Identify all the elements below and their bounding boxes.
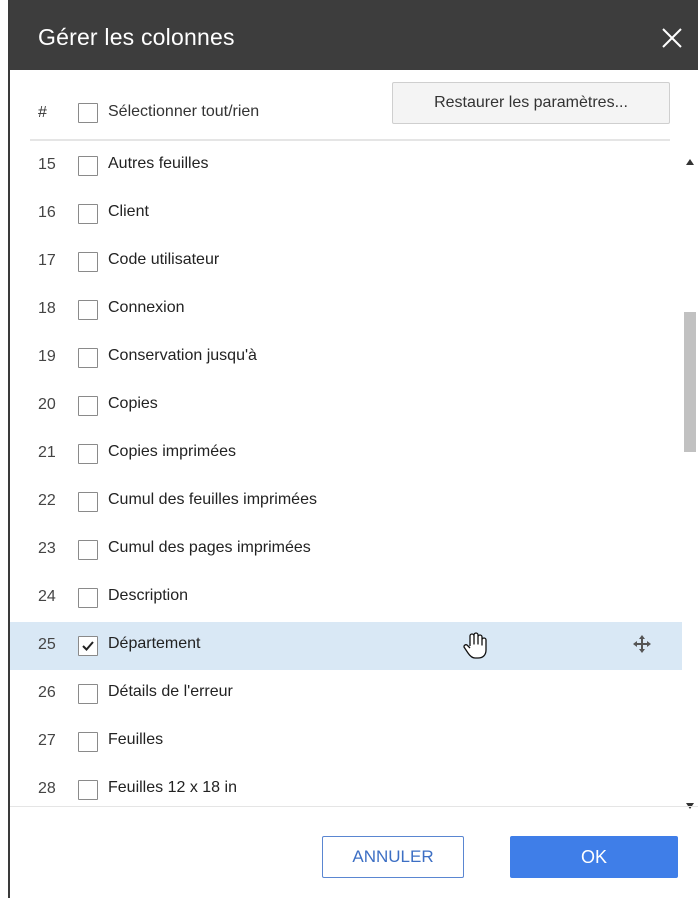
- column-checkbox[interactable]: [78, 540, 98, 560]
- column-number: 25: [38, 636, 56, 653]
- select-all-checkbox[interactable]: [78, 103, 98, 123]
- column-row[interactable]: 25 Département: [10, 622, 682, 670]
- column-number: 19: [38, 348, 56, 365]
- column-label: Conservation jusqu'à: [108, 347, 257, 364]
- column-row[interactable]: 15 Autres feuilles: [10, 142, 682, 190]
- column-list: 15 Autres feuilles 16 Client 17 Code utilisat…: [10, 142, 698, 806]
- column-row[interactable]: 16 Client: [10, 190, 682, 238]
- column-row[interactable]: 26 Détails de l'erreur: [10, 670, 682, 718]
- column-row[interactable]: 24 Description: [10, 574, 682, 622]
- hand-cursor-icon: [462, 632, 488, 665]
- column-number: 23: [38, 540, 56, 557]
- column-number: 18: [38, 300, 56, 317]
- column-checkbox[interactable]: [78, 348, 98, 368]
- cancel-button[interactable]: ANNULER: [322, 836, 464, 878]
- dialog-titlebar: Gérer les colonnes: [10, 0, 698, 70]
- scroll-down-arrow-icon[interactable]: [686, 796, 694, 814]
- background-page-edge: [0, 0, 10, 898]
- ok-button[interactable]: OK: [510, 836, 678, 878]
- manage-columns-dialog: Gérer les colonnes # Sélectionner tout/r…: [10, 0, 698, 898]
- column-label: Code utilisateur: [108, 251, 220, 268]
- column-number: 16: [38, 204, 56, 221]
- list-header: # Sélectionner tout/rien Restaurer les p…: [10, 70, 698, 142]
- column-checkbox[interactable]: [78, 156, 98, 176]
- column-label: Connexion: [108, 299, 185, 316]
- column-number: 17: [38, 252, 56, 269]
- column-row[interactable]: 22 Cumul des feuilles imprimées: [10, 478, 682, 526]
- column-number: 21: [38, 444, 56, 461]
- column-row[interactable]: 18 Connexion: [10, 286, 682, 334]
- dialog-title: Gérer les colonnes: [38, 24, 235, 50]
- scrollbar-thumb[interactable]: [684, 312, 696, 452]
- column-checkbox[interactable]: [78, 300, 98, 320]
- column-label: Cumul des pages imprimées: [108, 539, 311, 556]
- column-checkbox[interactable]: [78, 732, 98, 752]
- column-row[interactable]: 19 Conservation jusqu'à: [10, 334, 682, 382]
- column-label: Copies: [108, 395, 158, 412]
- column-checkbox[interactable]: [78, 492, 98, 512]
- column-row[interactable]: 17 Code utilisateur: [10, 238, 682, 286]
- column-label: Feuilles 12 x 18 in: [108, 779, 237, 796]
- column-row[interactable]: 28 Feuilles 12 x 18 in: [10, 766, 682, 806]
- column-number: 26: [38, 684, 56, 701]
- column-checkbox[interactable]: [78, 684, 98, 704]
- close-icon[interactable]: [660, 26, 684, 50]
- select-all-label: Sélectionner tout/rien: [108, 103, 260, 120]
- footer-divider: [10, 806, 698, 807]
- restore-settings-button[interactable]: Restaurer les paramètres...: [392, 82, 670, 124]
- column-label: Feuilles: [108, 731, 164, 748]
- column-label: Copies imprimées: [108, 443, 237, 460]
- column-checkbox[interactable]: [78, 636, 98, 656]
- column-checkbox[interactable]: [78, 780, 98, 800]
- scroll-up-arrow-icon[interactable]: [686, 152, 694, 170]
- column-number: 22: [38, 492, 56, 509]
- column-row[interactable]: 23 Cumul des pages imprimées: [10, 526, 682, 574]
- column-label: Cumul des feuilles imprimées: [108, 491, 317, 508]
- move-handle-icon[interactable]: [632, 634, 652, 659]
- list-scrollbar[interactable]: [682, 142, 698, 809]
- column-number: 15: [38, 156, 56, 173]
- column-row[interactable]: 20 Copies: [10, 382, 682, 430]
- column-number: 24: [38, 588, 56, 605]
- column-row[interactable]: 27 Feuilles: [10, 718, 682, 766]
- column-number: 27: [38, 732, 56, 749]
- column-checkbox[interactable]: [78, 396, 98, 416]
- column-number: 20: [38, 396, 56, 413]
- column-label: Client: [108, 203, 149, 220]
- column-checkbox[interactable]: [78, 204, 98, 224]
- column-number: 28: [38, 780, 56, 797]
- column-label: Description: [108, 587, 189, 604]
- column-checkbox[interactable]: [78, 588, 98, 608]
- column-checkbox[interactable]: [78, 444, 98, 464]
- column-label: Département: [108, 635, 201, 652]
- column-checkbox[interactable]: [78, 252, 98, 272]
- header-divider: [30, 139, 670, 141]
- column-row[interactable]: 21 Copies imprimées: [10, 430, 682, 478]
- column-label: Détails de l'erreur: [108, 683, 233, 700]
- column-label: Autres feuilles: [108, 155, 209, 172]
- number-column-header: #: [38, 104, 47, 121]
